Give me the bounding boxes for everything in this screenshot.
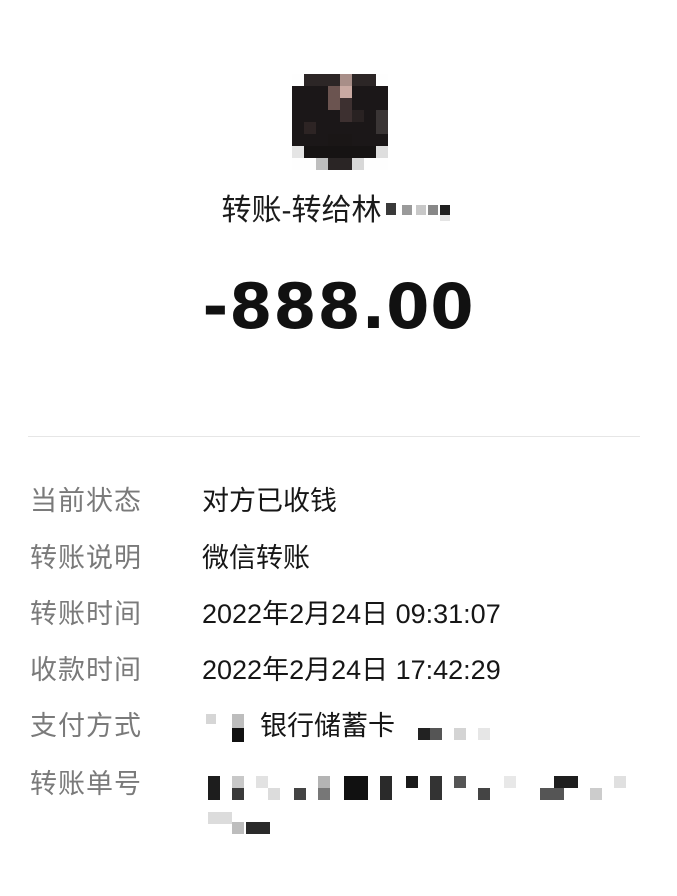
status-value: 对方已收钱 [202,486,337,516]
detail-row-transfer-time: 转账时间 2022年2月24日 09:31:07 [0,594,677,634]
detail-row-note: 转账说明 微信转账 [0,538,677,578]
card-mask-a [418,728,430,740]
transaction-id-mask [0,764,677,844]
name-mask [384,197,456,225]
bank-mask-b [232,714,244,728]
detail-row-status: 当前状态 对方已收钱 [0,481,677,521]
transfer-title-text: 转账-转给林 [221,194,382,228]
payment-method-label: 支付方式 [30,711,142,741]
divider [28,436,640,437]
card-mask-b [430,728,442,740]
transfer-amount: -888.00 [202,270,475,343]
detail-row-payment-method[interactable]: 支付方式 银行储蓄卡 [0,706,677,746]
receive-time-value: 2022年2月24日 17:42:29 [202,655,501,685]
bank-mask-a [206,714,216,724]
payment-method-value: 银行储蓄卡 [260,711,395,741]
card-mask-c [454,728,466,740]
status-label: 当前状态 [30,486,142,516]
card-mask-d [478,728,490,740]
avatar[interactable] [292,74,388,170]
transfer-time-value: 2022年2月24日 09:31:07 [202,599,501,629]
detail-row-transaction-id: 转账单号 [0,764,677,844]
transfer-title: 转账-转给林 [0,190,677,230]
detail-row-receive-time: 收款时间 2022年2月24日 17:42:29 [0,650,677,690]
transfer-time-label: 转账时间 [30,599,142,629]
bank-mask-c [232,728,244,742]
note-label: 转账说明 [30,543,142,573]
note-value: 微信转账 [202,543,310,573]
receive-time-label: 收款时间 [30,655,142,685]
